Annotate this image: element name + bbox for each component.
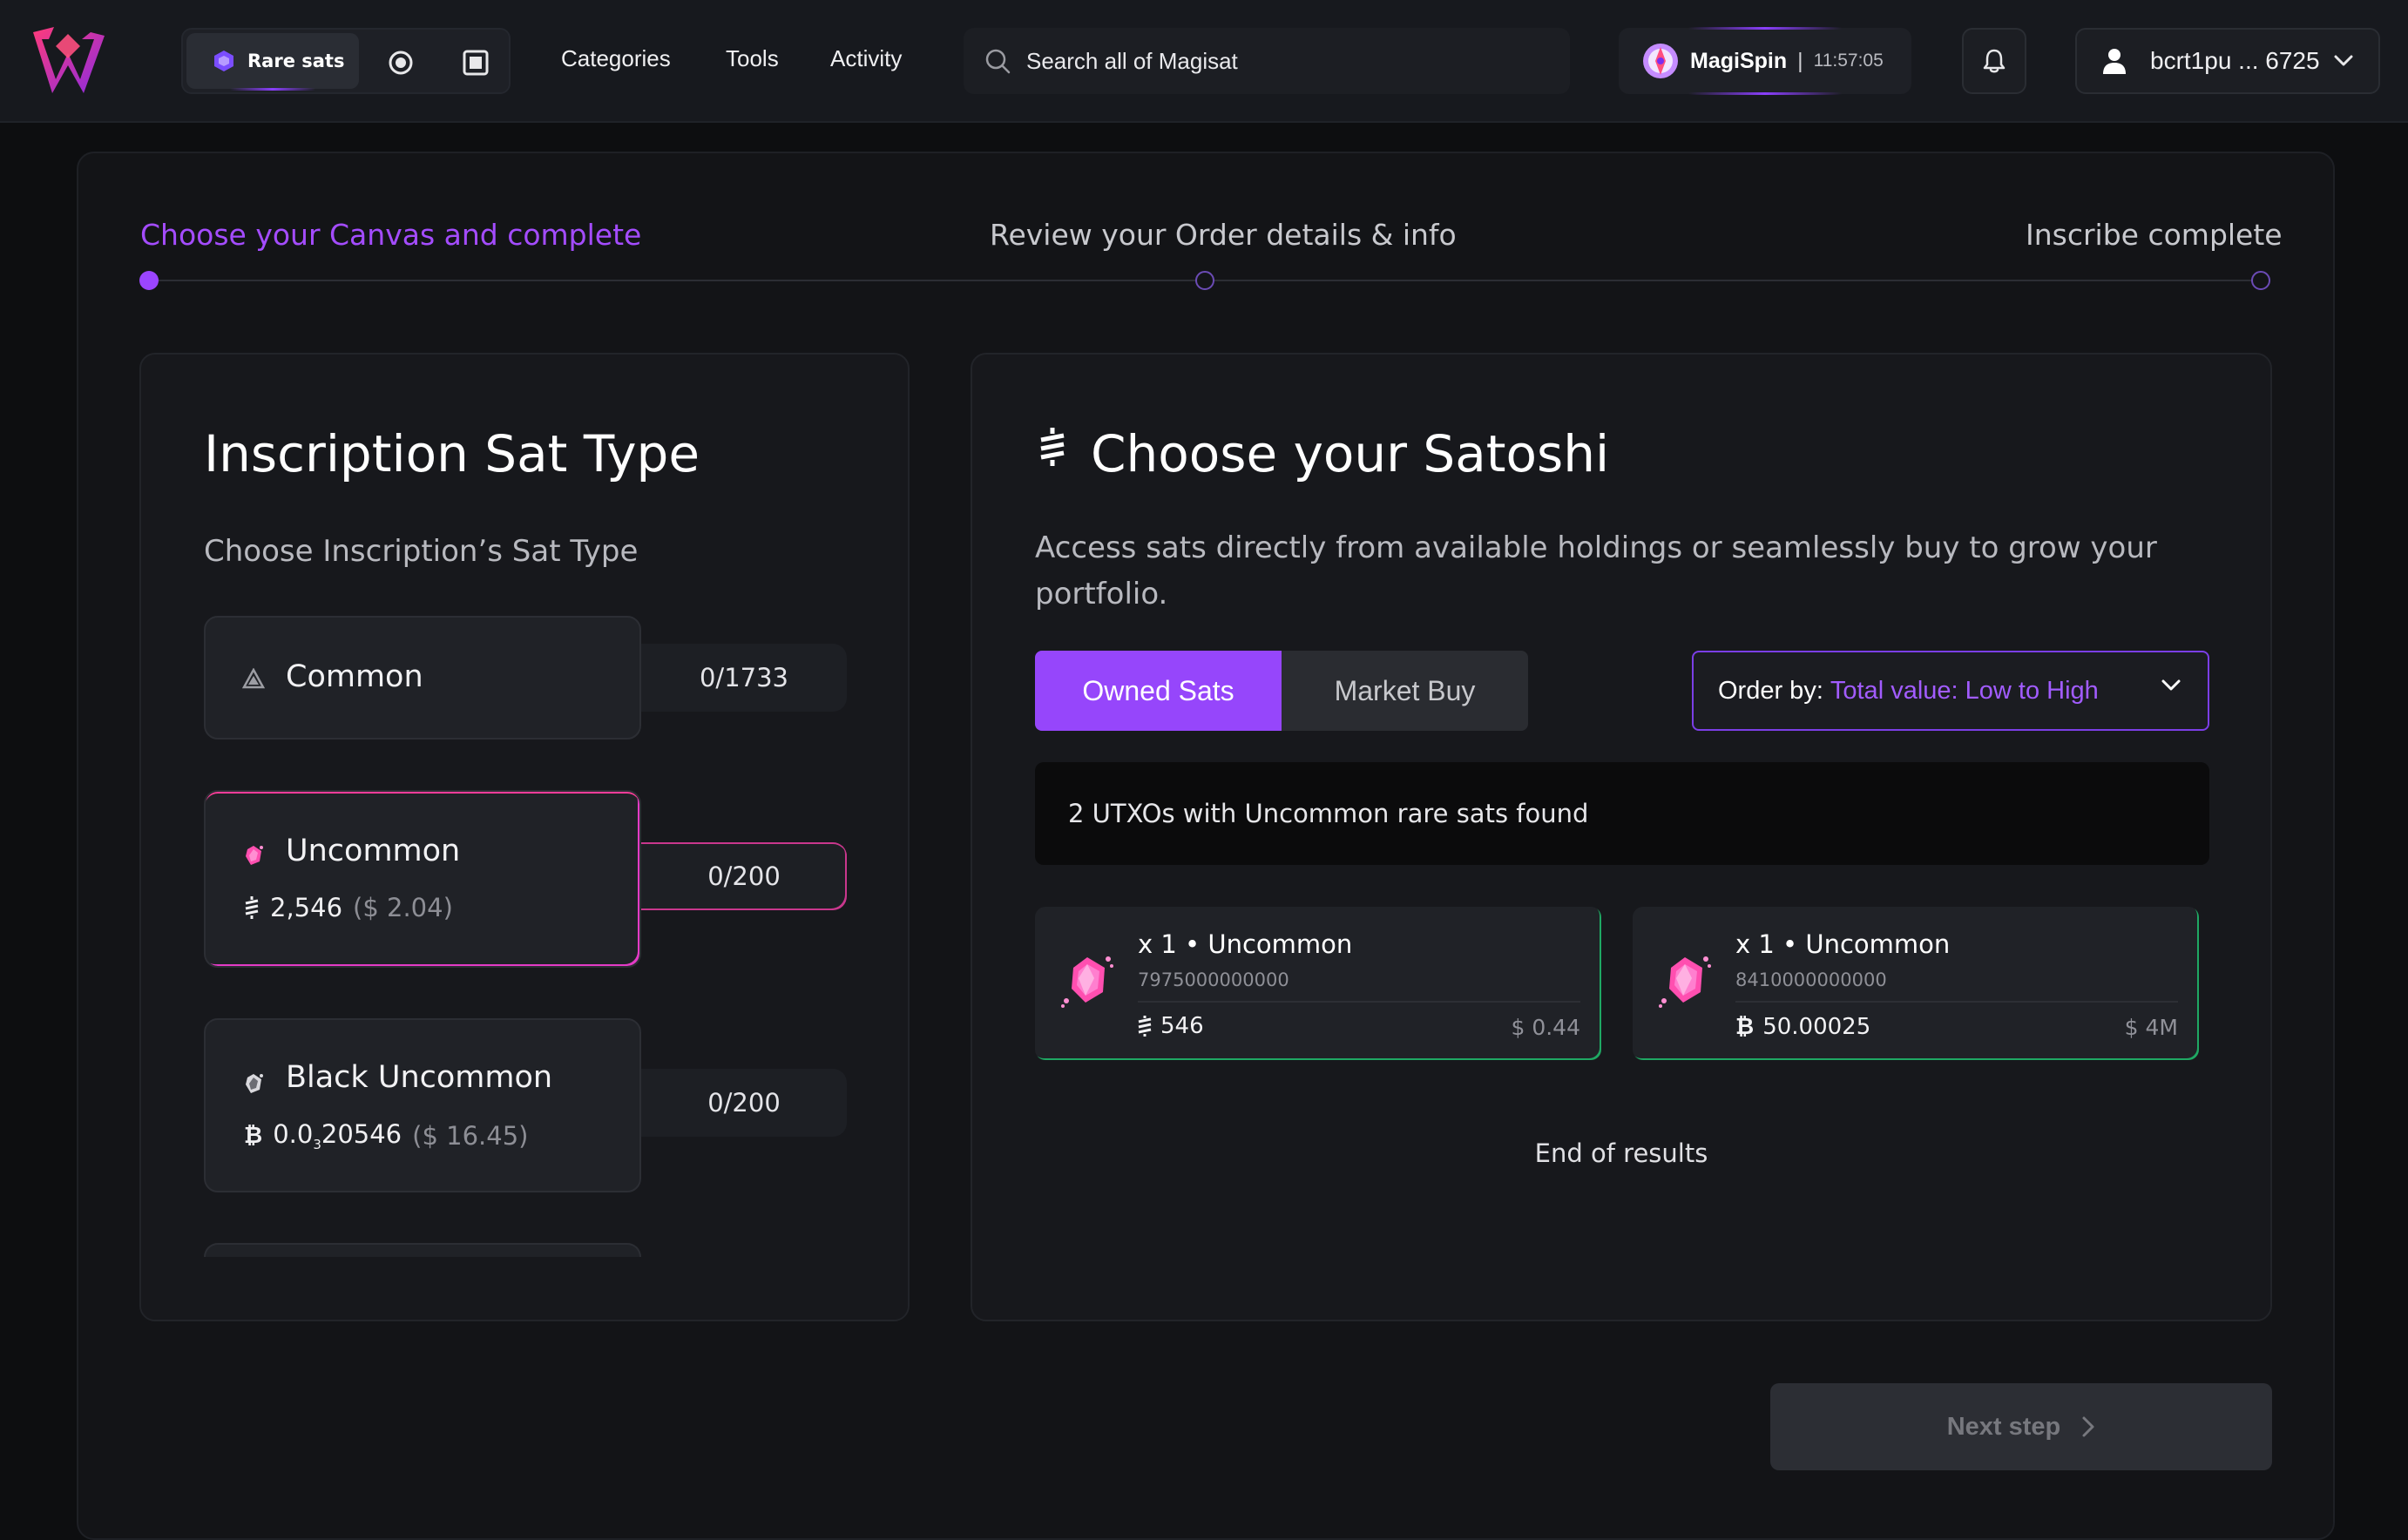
bitcoin-symbol-icon: ₿ [244,1123,263,1150]
price-sats: 2,546 [270,893,343,922]
magispin-separator: | [1797,48,1803,73]
circle-target-icon [389,51,413,75]
source-tabs: Owned Sats Market Buy [1035,651,1528,731]
collections-toggle[interactable] [458,45,493,80]
black-gem-icon [246,1074,263,1093]
top-navigation-bar: Rare sats Categories Tools Activity Sear… [0,0,2408,123]
utxo-amount: 546 [1138,1013,1204,1039]
sat-type-price: ₿ 0.0320546 ($ 16.45) [244,1119,528,1152]
bitcoin-symbol-icon: ₿ [1735,1014,1755,1040]
sat-type-name: Black Uncommon [286,1060,553,1095]
ordinals-toggle[interactable] [383,45,418,80]
square-frame-icon [463,50,489,76]
user-icon [2103,49,2126,74]
utxo-usd: $ 0.44 [1511,1015,1580,1040]
tab-market-buy[interactable]: Market Buy [1282,651,1528,731]
magisat-logo[interactable] [30,27,106,93]
choose-satoshi-panel: Choose your Satoshi Access sats directly… [971,353,2272,1321]
nav-categories[interactable]: Categories [561,45,671,72]
step-3-dot [2251,271,2270,290]
search-input[interactable] [1026,47,1532,75]
sat-type-subtitle: Choose Inscription’s Sat Type [204,534,639,569]
sat-type-title: Inscription Sat Type [204,424,700,483]
sats-symbol-icon [1138,1016,1152,1037]
utxo-amount: ₿ 50.00025 [1735,1013,1871,1041]
sat-type-black-uncommon[interactable]: Black Uncommon ₿ 0.0320546 ($ 16.45) [204,1018,641,1192]
utxo-title: x 1 • Uncommon [1735,929,1951,959]
magispin-timer: 11:57:05 [1813,51,1884,71]
sat-type-name: Common [286,659,423,694]
sat-type-count: 0/200 [641,1069,847,1137]
divider [1735,1001,2178,1003]
account-label: bcrt1pu ... 6725 [2150,47,2320,74]
uncommon-gem-icon [1659,956,1711,1008]
price-usd: ($ 2.04) [353,893,453,922]
notifications-button[interactable] [1962,28,2026,94]
rare-sats-label: Rare sats [247,51,345,71]
search-icon [985,49,1011,74]
step-2-label: Review your Order details & info [990,218,1457,252]
sat-type-price: 2,546 ($ 2.04) [244,893,453,922]
step-2-dot [1195,271,1214,290]
magispin-widget[interactable]: MagiSpin | 11:57:05 [1619,27,1911,95]
choose-satoshi-title: Choose your Satoshi [1091,424,1610,483]
utxo-usd: $ 4M [2124,1015,2178,1040]
end-of-results: End of results [1534,1138,1708,1168]
step-1-dot [139,271,159,290]
sat-type-count: 0/1733 [641,644,847,712]
sat-type-uncommon[interactable]: Uncommon 2,546 ($ 2.04) [204,790,641,968]
list-clip-mask [141,1257,908,1320]
sat-type-name: Uncommon [286,834,461,868]
uncommon-gem-icon [246,846,263,865]
utxo-title: x 1 • Uncommon [1138,929,1353,959]
rare-sats-icon [214,51,233,71]
next-step-label: Next step [1946,1412,2061,1441]
utxo-id: 8410000000000 [1735,969,1887,990]
next-step-button[interactable]: Next step [1770,1383,2272,1470]
price-usd: ($ 16.45) [412,1120,529,1151]
rare-sats-toggle[interactable]: Rare sats [186,33,359,91]
chevron-right-icon [2082,1416,2094,1437]
utxo-card[interactable]: x 1 • Uncommon 8410000000000 ₿ 50.00025 … [1633,907,2199,1060]
divider [1138,1001,1580,1003]
sat-type-panel: Inscription Sat Type Choose Inscription’… [139,353,910,1321]
magispin-label: MagiSpin [1690,48,1788,73]
utxo-id: 7975000000000 [1138,969,1289,990]
nav-tools[interactable]: Tools [726,45,779,72]
sat-type-common[interactable]: Common [204,616,641,740]
account-menu[interactable]: bcrt1pu ... 6725 [2075,28,2380,94]
order-by-value: Total value: Low to High [1830,676,2099,705]
price-btc: 0.0320546 [273,1119,402,1152]
chevron-down-icon [2334,55,2353,66]
utxo-found-banner: 2 UTXOs with Uncommon rare sats found [1035,762,2209,865]
magispin-avatar-icon [1643,44,1678,78]
asset-type-switcher: Rare sats [181,28,511,94]
uncommon-gem-icon [1061,956,1113,1008]
order-by-select[interactable]: Order by: Total value: Low to High [1692,651,2209,731]
utxo-card[interactable]: x 1 • Uncommon 7975000000000 546 $ 0.44 [1035,907,1601,1060]
sats-symbol-icon [245,896,259,919]
triangle-icon [242,668,265,689]
step-3-label: Inscribe complete [2026,218,2283,252]
tab-owned-sats[interactable]: Owned Sats [1035,651,1282,731]
choose-satoshi-description: Access sats directly from available hold… [1035,530,2157,611]
sats-symbol-icon [1040,428,1065,466]
order-by-label: Order by: [1718,676,1823,705]
bell-icon [1983,49,2006,73]
chevron-down-icon [2161,679,2181,691]
nav-activity[interactable]: Activity [830,45,902,72]
step-1-label: Choose your Canvas and complete [140,218,642,252]
sat-type-count: 0/200 [641,842,847,910]
global-search [964,28,1570,94]
